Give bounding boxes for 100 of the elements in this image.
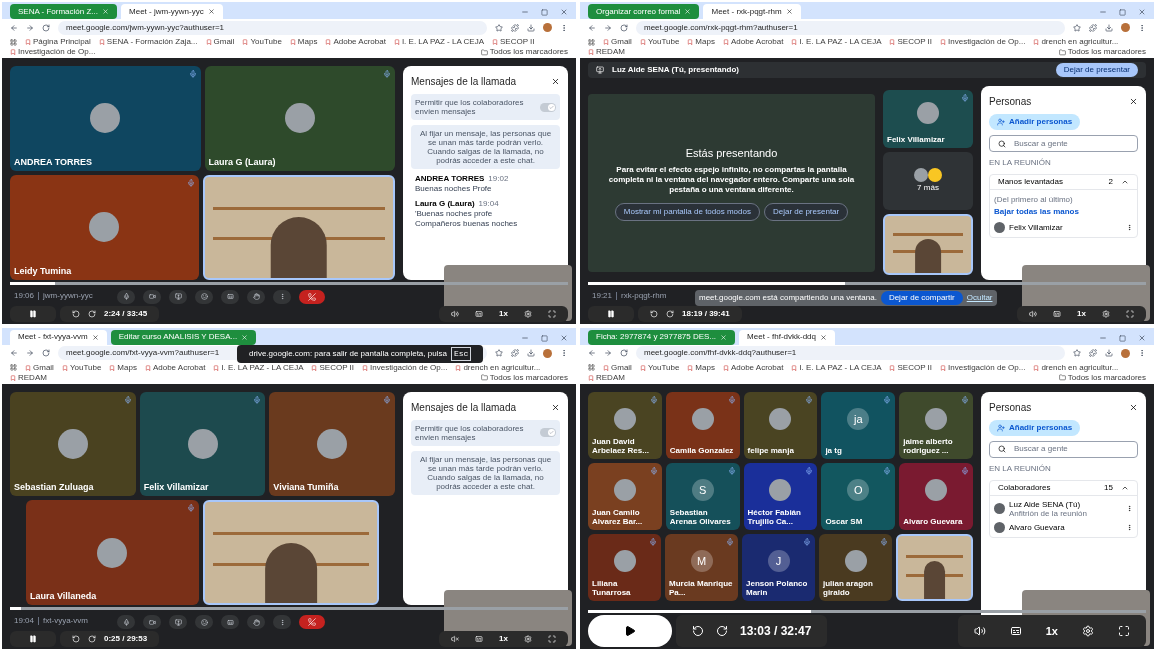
hand-button[interactable]: [247, 289, 265, 304]
browser-tab[interactable]: Editar curso ANALISIS Y DESA...: [110, 329, 257, 345]
participant-tile[interactable]: S Sebastian Arenas Olivares: [665, 462, 740, 530]
close-icon[interactable]: [1129, 402, 1138, 412]
all-bookmarks-link[interactable]: Todos los marcadores: [480, 47, 568, 57]
rewind-icon[interactable]: [72, 635, 80, 643]
bookmark-link[interactable]: Investigación de Op...: [362, 362, 448, 373]
captions-button[interactable]: [221, 289, 239, 304]
all-bookmarks-link[interactable]: Todos los marcadores: [1058, 47, 1146, 57]
toggle-switch[interactable]: [540, 428, 556, 437]
participant-tile[interactable]: Sebastian Zuluaga: [10, 391, 136, 497]
search-field[interactable]: Buscar a gente: [989, 135, 1138, 152]
pause-button[interactable]: [588, 305, 634, 322]
participant-tile[interactable]: jaime alberto rodriguez ...: [899, 391, 973, 459]
bookmark-link[interactable]: Gmail: [603, 37, 632, 47]
bookmark-link[interactable]: YouTube: [639, 362, 680, 373]
rewind-icon[interactable]: [650, 309, 658, 318]
all-bookmarks-link[interactable]: Todos los marcadores: [480, 372, 568, 383]
apps-icon[interactable]: [10, 364, 17, 371]
close-icon[interactable]: [1129, 97, 1138, 106]
camera-button[interactable]: [143, 615, 161, 629]
bookmark-link[interactable]: Adobe Acrobat: [722, 37, 784, 47]
bookmark-link[interactable]: SECOP II: [889, 362, 932, 373]
menu-icon[interactable]: [1138, 23, 1146, 32]
bookmark-link[interactable]: Adobe Acrobat: [722, 362, 784, 373]
bookmark-link[interactable]: I. E. LA PAZ - LA CEJA: [791, 362, 882, 373]
participant-tile[interactable]: Juan David Arbelaez Res...: [588, 391, 662, 459]
bookmark-link[interactable]: Adobe Acrobat: [325, 37, 386, 47]
present-button[interactable]: [169, 289, 187, 304]
presenting-button[interactable]: Dejar de presentar: [763, 203, 849, 221]
progress-track[interactable]: [10, 281, 568, 285]
settings-icon[interactable]: [1102, 309, 1110, 318]
bookmark-link[interactable]: REDAM: [588, 372, 625, 383]
participant-tile[interactable]: Héctor Fabián Trujillo Ca...: [743, 462, 818, 530]
play-button[interactable]: [588, 615, 672, 647]
profile-avatar[interactable]: [1121, 23, 1130, 32]
add-people-button[interactable]: Añadir personas: [989, 419, 1081, 436]
bookmark-link[interactable]: YouTube: [639, 37, 680, 47]
present-button[interactable]: [169, 615, 187, 629]
volume-icon[interactable]: [451, 309, 460, 318]
mic-button[interactable]: [117, 289, 135, 304]
participant-row[interactable]: Luz Aide SENA (Tú) Anfitrión de la reunión: [994, 499, 1133, 518]
participant-tile[interactable]: J Jenson Polanco Marin: [742, 533, 815, 601]
stop-sharing-button[interactable]: Dejar de compartir: [880, 290, 963, 305]
profile-avatar[interactable]: [1121, 348, 1130, 358]
group-header[interactable]: Manos levantadas 2: [990, 175, 1137, 190]
extensions-icon[interactable]: [511, 23, 519, 32]
hide-link[interactable]: Ocultar: [966, 291, 993, 304]
bookmark-link[interactable]: YouTube: [242, 37, 282, 47]
profile-avatar[interactable]: [543, 23, 552, 32]
volume-icon[interactable]: [1029, 309, 1038, 318]
address-field[interactable]: meet.google.com/fhf-dvkk-ddq?authuser=1: [636, 346, 1065, 360]
reload-icon[interactable]: [620, 349, 628, 357]
lower-hands-link[interactable]: Bajar todas las manos: [994, 206, 1079, 218]
progress-track[interactable]: [588, 281, 1146, 285]
address-field[interactable]: meet.google.com/rxk-pqgt-rhm?authuser=1: [636, 20, 1065, 35]
group-header[interactable]: Colaboradores 15: [990, 480, 1137, 496]
all-bookmarks-link[interactable]: Todos los marcadores: [1058, 372, 1146, 383]
participant-tile[interactable]: Camila Gonzalez: [665, 391, 740, 459]
speed-button[interactable]: 1x: [1077, 307, 1086, 320]
bookmark-link[interactable]: SECOP II: [492, 37, 535, 47]
leave-call-button[interactable]: [299, 289, 325, 304]
participant-tile[interactable]: O Oscar SM: [821, 462, 896, 530]
speed-button[interactable]: 1x: [499, 307, 508, 320]
participant-row[interactable]: Felix Villamizar: [994, 222, 1133, 233]
back-icon[interactable]: [10, 349, 18, 357]
add-people-button[interactable]: Añadir personas: [989, 114, 1081, 130]
reload-icon[interactable]: [42, 23, 50, 32]
menu-icon[interactable]: [560, 349, 568, 357]
captions-icon[interactable]: [1009, 625, 1022, 637]
close-icon[interactable]: [551, 402, 560, 412]
bookmark-link[interactable]: I. E. LA PAZ - LA CEJA: [213, 362, 304, 373]
rewind-icon[interactable]: [72, 309, 80, 318]
bookmark-link[interactable]: Gmail: [25, 362, 54, 373]
bookmark-link[interactable]: Maps: [687, 362, 715, 373]
speed-button[interactable]: 1x: [1045, 622, 1058, 640]
participant-tile[interactable]: ja ja tg: [821, 391, 896, 459]
participant-tile[interactable]: Liliana Tunarrosa: [588, 533, 661, 601]
participant-tile[interactable]: Felix Villamizar: [883, 90, 973, 148]
participant-tile[interactable]: 7 más: [883, 151, 973, 210]
browser-tab[interactable]: Meet - rxk-pqgt-rhm: [703, 4, 801, 19]
apps-icon[interactable]: [588, 38, 595, 46]
back-icon[interactable]: [588, 349, 596, 357]
menu-icon[interactable]: [1138, 349, 1146, 357]
bookmark-link[interactable]: SECOP II: [889, 37, 932, 47]
participant-tile[interactable]: Felix Villamizar: [139, 391, 266, 497]
settings-icon[interactable]: [524, 635, 532, 643]
bookmark-link[interactable]: Página Principal: [25, 37, 91, 47]
captions-button[interactable]: [221, 615, 239, 629]
apps-icon[interactable]: [588, 364, 595, 371]
browser-tab[interactable]: Ficha: 2977874 y 2977875 DES...: [588, 329, 736, 345]
download-icon[interactable]: [527, 23, 535, 32]
star-icon[interactable]: [1073, 349, 1081, 357]
participant-tile[interactable]: Laura Villaneda: [26, 500, 199, 605]
captions-icon[interactable]: [1053, 309, 1062, 318]
bookmark-link[interactable]: REDAM: [10, 372, 47, 383]
bookmark-link[interactable]: Maps: [289, 37, 318, 47]
emoji-button[interactable]: [195, 615, 213, 629]
bookmark-link[interactable]: Investigación de Op...: [940, 362, 1026, 373]
bookmark-link[interactable]: Investigación de Op...: [10, 47, 96, 57]
